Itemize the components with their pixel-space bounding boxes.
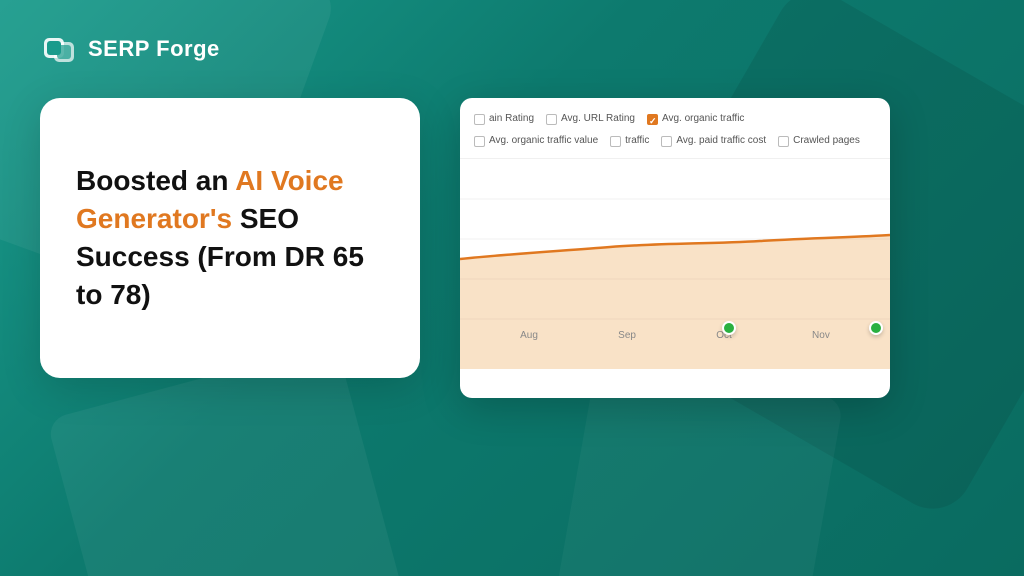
filter-checkbox[interactable]	[778, 136, 789, 147]
logo-icon	[40, 30, 78, 68]
filter-checkbox[interactable]	[474, 136, 485, 147]
filter-label: traffic	[625, 132, 649, 150]
filter-item[interactable]: Avg. organic traffic	[647, 110, 744, 128]
filter-item[interactable]: traffic	[610, 132, 649, 150]
chart-panel: ain Rating Avg. URL Rating Avg. organic tr…	[460, 98, 890, 398]
logo: SERP Forge	[40, 30, 984, 68]
filter-checkbox[interactable]	[661, 136, 672, 147]
filter-item[interactable]: Crawled pages	[778, 132, 860, 150]
chart-area: Aug Sep Oct Nov	[460, 159, 890, 369]
filter-checkbox[interactable]	[546, 114, 557, 125]
filter-item[interactable]: Avg. paid traffic cost	[661, 132, 766, 150]
logo-text: SERP Forge	[88, 36, 220, 62]
hero-card: Boosted an AI Voice Generator's SEO Succ…	[40, 98, 420, 378]
filter-label: Crawled pages	[793, 132, 860, 150]
filter-label: Avg. organic traffic	[662, 110, 744, 128]
filter-checkbox[interactable]	[647, 114, 658, 125]
filter-label: Avg. paid traffic cost	[676, 132, 766, 150]
filter-item[interactable]: Avg. organic traffic value	[474, 132, 598, 150]
filter-checkbox[interactable]	[610, 136, 621, 147]
chart-xaxis: Aug Sep Oct Nov	[460, 330, 890, 341]
filter-item[interactable]: ain Rating	[474, 110, 534, 128]
filter-label: ain Rating	[489, 110, 534, 128]
xaxis-aug: Aug	[520, 330, 538, 341]
xaxis-sep: Sep	[618, 330, 636, 341]
filter-label: Avg. organic traffic value	[489, 132, 598, 150]
xaxis-nov: Nov	[812, 330, 830, 341]
chart-fill	[460, 235, 890, 369]
filter-label: Avg. URL Rating	[561, 110, 635, 128]
filter-checkbox[interactable]	[474, 114, 485, 125]
headline-part1: Boosted an	[76, 165, 235, 196]
chart-filters: ain Rating Avg. URL Rating Avg. organic tr…	[474, 110, 876, 150]
filter-item[interactable]: Avg. URL Rating	[546, 110, 635, 128]
hero-headline: Boosted an AI Voice Generator's SEO Succ…	[76, 162, 384, 313]
chart-header: ain Rating Avg. URL Rating Avg. organic tr…	[460, 98, 890, 159]
chart-dot-2	[869, 321, 883, 335]
main-layout: Boosted an AI Voice Generator's SEO Succ…	[40, 98, 984, 398]
page-content: SERP Forge Boosted an AI Voice Generator…	[0, 0, 1024, 576]
